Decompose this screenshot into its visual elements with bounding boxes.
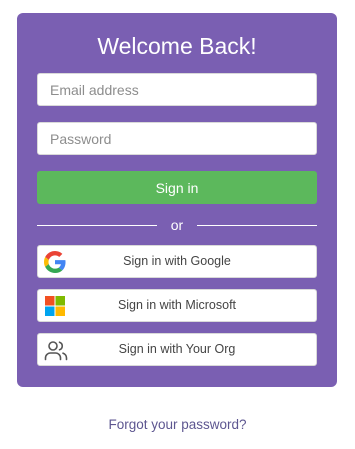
org-sign-in-button[interactable]: Sign in with Your Org <box>37 333 317 366</box>
page-title: Welcome Back! <box>97 33 257 59</box>
password-field[interactable] <box>37 122 317 155</box>
login-page: Welcome Back! Sign in or Sign in with Go… <box>0 0 355 449</box>
or-divider: or <box>37 216 317 234</box>
microsoft-sign-in-label: Sign in with Microsoft <box>117 298 237 312</box>
google-sign-in-label: Sign in with Google <box>123 254 231 268</box>
sign-in-button[interactable]: Sign in <box>37 171 317 204</box>
email-field[interactable] <box>37 73 317 106</box>
google-sign-in-button[interactable]: Sign in with Google <box>37 245 317 278</box>
forgot-password-link[interactable]: Forgot your password? <box>0 417 355 432</box>
divider-line-right <box>197 225 317 226</box>
login-card: Welcome Back! Sign in or Sign in with Go… <box>17 13 337 387</box>
microsoft-sign-in-button[interactable]: Sign in with Microsoft <box>37 289 317 322</box>
org-sign-in-label: Sign in with Your Org <box>118 342 236 356</box>
